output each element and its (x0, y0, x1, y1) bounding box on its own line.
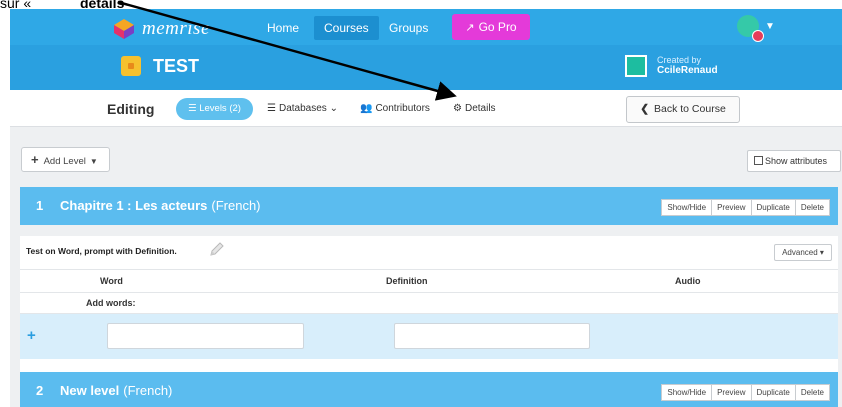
tab-details-label: Details (464, 103, 496, 114)
editing-label: Editing (107, 101, 155, 117)
preview-button[interactable]: Preview (711, 384, 752, 401)
show-attributes-checkbox[interactable] (754, 156, 763, 165)
memrise-logo[interactable]: memrise (114, 18, 210, 40)
editing-bar: Editing ☰ Levels (2) ☰ Databases ⌄ 👥 Contr… (10, 90, 842, 127)
go-pro-button[interactable]: ↗ Go Pro (452, 14, 530, 40)
tab-databases-label: Databases (278, 103, 327, 114)
show-attributes-label: Show attributes (765, 156, 828, 166)
level-actions: Show/Hide Preview Duplicate Delete (661, 199, 830, 216)
column-headers: Word Definition Audio (20, 269, 838, 293)
gear-icon: ⚙ (453, 103, 462, 114)
nav-courses[interactable]: Courses (314, 16, 379, 40)
show-hide-button[interactable]: Show/Hide (661, 199, 713, 216)
plus-icon: + (31, 152, 39, 167)
level-name-text: New level (60, 383, 120, 398)
notification-badge (752, 30, 764, 42)
tab-contributors-label: Contributors (375, 103, 430, 114)
top-navigation: memrise Home Courses Groups ↗ Go Pro ▼ (10, 9, 842, 45)
tab-databases[interactable]: ☰ Databases ⌄ (267, 103, 338, 114)
chevron-down-icon: ▼ (89, 157, 98, 166)
preview-button[interactable]: Preview (711, 199, 752, 216)
memrise-logo-text: memrise (142, 18, 210, 39)
advanced-label: Advanced (782, 248, 818, 257)
test-prompt: Test on Word, prompt with Definition. (26, 246, 177, 256)
back-to-course-button[interactable]: ❮ Back to Course (626, 96, 740, 123)
list-icon: ☰ (188, 103, 200, 114)
level-language: (French) (211, 198, 261, 213)
course-header: TEST Created by CcileRenaud (10, 45, 842, 90)
level-1-body: Test on Word, prompt with Definition. Ad… (20, 236, 838, 372)
users-icon: 👥 (360, 103, 373, 114)
memrise-app: memrise Home Courses Groups ↗ Go Pro ▼ TE… (10, 9, 842, 407)
duplicate-button[interactable]: Duplicate (750, 384, 796, 401)
column-audio: Audio (675, 276, 701, 286)
creator-name[interactable]: CcileRenaud (657, 65, 718, 76)
pencil-icon[interactable] (208, 241, 225, 258)
delete-button[interactable]: Delete (794, 199, 830, 216)
list-icon: ☰ (267, 103, 276, 114)
level-name-text: Chapitre 1 : Les acteurs (60, 198, 208, 213)
definition-input[interactable] (394, 323, 590, 349)
word-input[interactable] (107, 323, 304, 349)
course-title: TEST (153, 56, 200, 76)
back-to-course-label: Back to Course (654, 103, 726, 115)
chevron-down-icon: ▾ (819, 248, 824, 257)
duplicate-button[interactable]: Duplicate (750, 199, 796, 216)
tab-levels[interactable]: ☰ Levels (2) (176, 98, 253, 120)
new-word-row: + (20, 314, 838, 359)
course-icon (121, 56, 141, 76)
chevron-down-icon[interactable]: ▼ (765, 21, 775, 32)
tab-contributors[interactable]: 👥 Contributors (360, 103, 430, 114)
level-number: 1 (36, 198, 44, 213)
creator-avatar[interactable] (625, 55, 647, 77)
level-name: New level (French) (60, 383, 172, 398)
add-level-label: Add Level (43, 156, 86, 167)
chevron-left-icon: ❮ (640, 103, 649, 115)
advanced-button[interactable]: Advanced ▾ (774, 244, 832, 261)
level-language: (French) (123, 383, 173, 398)
level-actions: Show/Hide Preview Duplicate Delete (661, 384, 830, 401)
nav-groups[interactable]: Groups (379, 16, 438, 40)
show-hide-button[interactable]: Show/Hide (661, 384, 713, 401)
add-words-label: Add words: (86, 298, 136, 308)
tab-levels-label: Levels (2) (199, 103, 241, 114)
level-name: Chapitre 1 : Les acteurs (French) (60, 198, 261, 213)
user-avatar[interactable] (737, 15, 764, 42)
instruction-word: détails (80, 0, 125, 11)
nav-home[interactable]: Home (257, 16, 309, 40)
memrise-logo-icon (114, 19, 134, 39)
chart-spark-icon: ↗ (465, 22, 475, 34)
chevron-down-icon: ⌄ (329, 103, 338, 114)
add-words-row: Add words: (20, 293, 838, 314)
add-level-button[interactable]: + Add Level ▼ (21, 147, 110, 172)
level-1-header[interactable]: 1 Chapitre 1 : Les acteurs (French) Show/… (20, 187, 838, 225)
column-word: Word (100, 276, 123, 286)
column-definition: Definition (386, 276, 428, 286)
instruction-prefix: sur « (0, 0, 32, 11)
go-pro-label: Go Pro (478, 20, 517, 34)
tab-details[interactable]: ⚙ Details (453, 103, 496, 114)
show-attributes-toggle[interactable]: Show attributes (747, 150, 841, 172)
created-by-label: Created by (657, 55, 702, 65)
delete-button[interactable]: Delete (794, 384, 830, 401)
plus-icon[interactable]: + (27, 327, 36, 344)
level-number: 2 (36, 383, 44, 398)
level-2-header[interactable]: 2 New level (French) Show/Hide Preview Du… (20, 372, 838, 407)
